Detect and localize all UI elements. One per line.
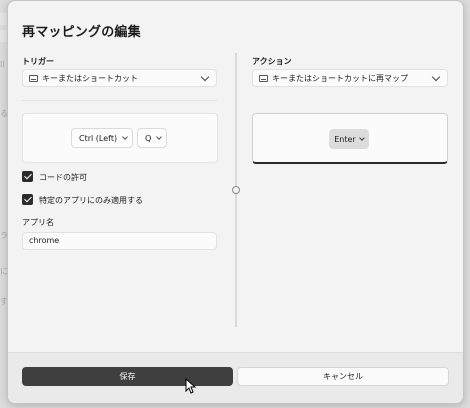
- keyboard-icon: [259, 74, 268, 82]
- trigger-key-ctrl[interactable]: Ctrl (Left): [71, 128, 133, 148]
- action-key-label: Enter: [334, 134, 356, 144]
- trigger-key-q[interactable]: Q: [137, 128, 167, 148]
- allow-code-checkbox[interactable]: [22, 171, 33, 182]
- trigger-key-label: Q: [145, 133, 152, 143]
- action-type-select[interactable]: キーまたはショートカットに再マップ: [252, 69, 448, 87]
- trigger-type-value: キーまたはショートカット: [42, 73, 138, 83]
- chevron-down-icon: [431, 72, 441, 81]
- trigger-type-select[interactable]: キーまたはショートカット: [22, 69, 217, 87]
- edit-remapping-dialog: 再マッピングの編集 トリガー キーまたはショートカット Ctrl (Left) …: [7, 0, 464, 404]
- app-name-label: アプリ名: [22, 218, 54, 227]
- cancel-button[interactable]: キャンセル: [237, 367, 449, 386]
- dialog-footer: 保存 キャンセル: [8, 352, 463, 403]
- chevron-down-icon: [358, 135, 365, 141]
- background-text-fragment: ll: [0, 60, 5, 69]
- app-name-input[interactable]: chrome: [22, 232, 217, 250]
- dialog-title: 再マッピングの編集: [22, 25, 141, 40]
- action-key-card: Enter: [252, 113, 448, 164]
- divider-handle[interactable]: [232, 186, 240, 194]
- save-button[interactable]: 保存: [22, 367, 233, 386]
- keyboard-icon: [29, 74, 38, 82]
- app-only-checkbox[interactable]: [22, 194, 33, 205]
- trigger-label: トリガー: [22, 57, 54, 66]
- mouse-cursor-icon: [185, 378, 196, 394]
- allow-code-label: コードの許可: [39, 173, 87, 182]
- chevron-down-icon: [200, 72, 210, 81]
- trigger-separator: [22, 100, 217, 101]
- trigger-keys-card: Ctrl (Left) Q: [22, 113, 218, 163]
- app-only-label: 特定のアプリにのみ適用する: [39, 196, 143, 205]
- trigger-key-label: Ctrl (Left): [79, 133, 118, 143]
- action-label: アクション: [252, 57, 292, 66]
- chevron-down-icon: [156, 134, 163, 140]
- chevron-down-icon: [122, 134, 128, 140]
- action-type-value: キーまたはショートカットに再マップ: [272, 73, 408, 83]
- action-key-enter[interactable]: Enter: [329, 129, 369, 149]
